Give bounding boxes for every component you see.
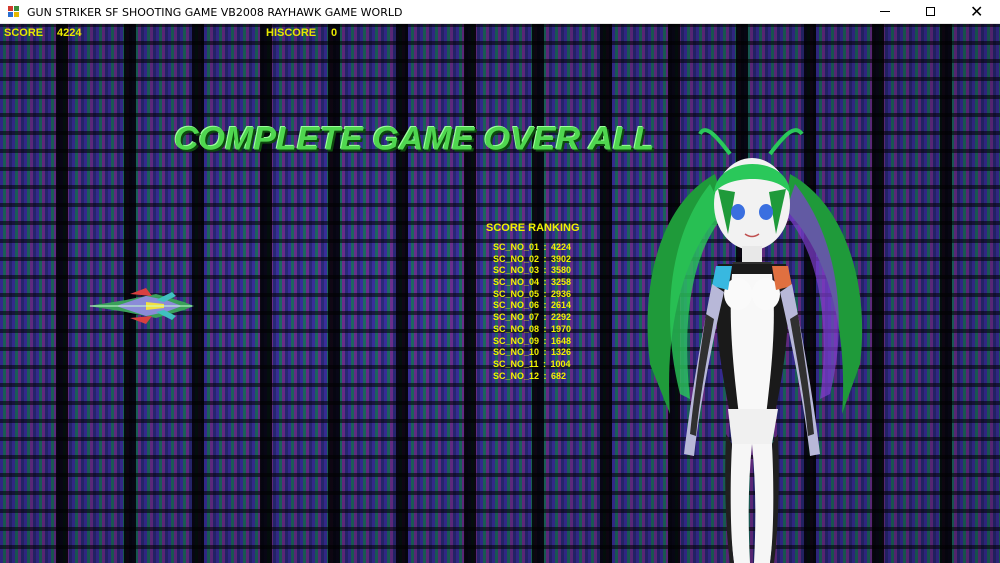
- rank-score: 2614: [551, 300, 572, 311]
- score-label: SCORE: [4, 27, 44, 39]
- ranking-row: SC_NO_12:682: [493, 370, 567, 381]
- ranking-title: SCORE RANKING: [486, 222, 580, 234]
- app-icon: [8, 6, 20, 18]
- rank-label: SC_NO_09: [493, 335, 540, 346]
- maximize-icon: [926, 7, 935, 16]
- rank-label: SC_NO_10: [493, 347, 540, 358]
- rank-score: 1004: [550, 358, 571, 369]
- character-portrait: [647, 128, 863, 563]
- rank-score: 1648: [551, 335, 572, 346]
- hiscore-value: 0: [331, 27, 338, 39]
- ranking-row: SC_NO_08:1970: [493, 323, 572, 334]
- rank-score: 682: [551, 370, 567, 381]
- ranking-row: SC_NO_10:1326: [493, 347, 572, 358]
- rank-score: 1970: [551, 323, 572, 334]
- maximize-button[interactable]: [908, 0, 954, 24]
- close-button[interactable]: ✕: [954, 0, 1000, 24]
- ranking-list: SC_NO_01:4224 SC_NO_02:3902 SC_NO_03:358…: [493, 242, 571, 382]
- rank-label: SC_NO_06: [493, 300, 540, 311]
- ranking-row: SC_NO_11:1004: [493, 358, 571, 369]
- rank-label: SC_NO_07: [493, 312, 540, 323]
- rank-label: SC_NO_02: [493, 253, 540, 264]
- player-ship-icon: [88, 288, 194, 324]
- rank-label: SC_NO_03: [493, 265, 540, 276]
- hiscore-label: HISCORE: [266, 27, 317, 39]
- minimize-icon: [880, 11, 890, 12]
- ranking-row: SC_NO_04:3258: [493, 277, 572, 288]
- window-title: GUN STRIKER SF SHOOTING GAME VB2008 RAYH…: [27, 6, 403, 19]
- rank-score: 1326: [551, 347, 572, 358]
- score-value: 4224: [57, 27, 82, 39]
- rank-label: SC_NO_11: [493, 358, 539, 369]
- rank-score: 2292: [551, 312, 572, 323]
- rank-score: 3258: [551, 277, 572, 288]
- game-over-banner: COMPLETE GAME OVER ALL: [174, 120, 655, 158]
- ranking-row: SC_NO_07:2292: [493, 312, 572, 323]
- rank-score: 2936: [551, 288, 572, 299]
- game-canvas[interactable]: SCORE 4224 HISCORE 0 COMPLETE GAME OVER …: [0, 24, 1000, 563]
- ranking-row: SC_NO_02:3902: [493, 253, 572, 264]
- window-title-bar[interactable]: GUN STRIKER SF SHOOTING GAME VB2008 RAYH…: [0, 0, 1000, 24]
- rank-label: SC_NO_04: [493, 277, 540, 288]
- ranking-row: SC_NO_05:2936: [493, 288, 572, 299]
- ranking-row: SC_NO_09:1648: [493, 335, 572, 346]
- rank-score: 4224: [551, 242, 572, 252]
- ranking-row: SC_NO_06:2614: [493, 300, 572, 311]
- rank-score: 3902: [551, 253, 572, 264]
- rank-label: SC_NO_12: [493, 370, 540, 381]
- rank-label: SC_NO_05: [493, 288, 540, 299]
- minimize-button[interactable]: [862, 0, 908, 24]
- rank-label: SC_NO_01: [493, 242, 540, 252]
- ranking-row: SC_NO_03:3580: [493, 265, 572, 276]
- ranking-row: SC_NO_01:4224: [493, 242, 572, 252]
- rank-label: SC_NO_08: [493, 323, 540, 334]
- close-icon: ✕: [970, 2, 984, 21]
- rank-score: 3580: [551, 265, 572, 276]
